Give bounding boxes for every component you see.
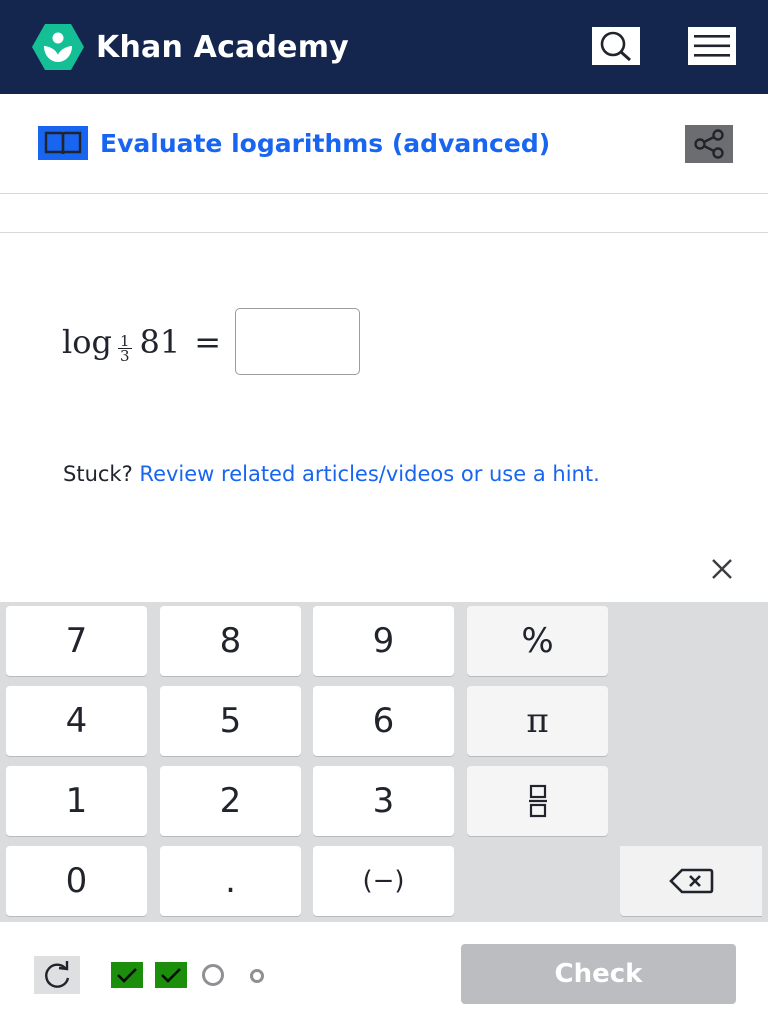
khan-logo-icon xyxy=(32,24,84,70)
backspace-icon xyxy=(669,868,714,894)
top-navigation-bar: Khan Academy xyxy=(0,0,768,94)
exercise-title-bar: Evaluate logarithms (advanced) xyxy=(0,94,768,194)
menu-button[interactable] xyxy=(688,27,736,65)
backspace-key[interactable] xyxy=(620,846,762,916)
progress-correct-1 xyxy=(111,962,143,988)
stuck-label: Stuck? xyxy=(63,462,133,486)
close-keypad-button[interactable] xyxy=(708,556,736,582)
answer-input[interactable] xyxy=(235,308,361,375)
log-argument: 81 xyxy=(139,322,181,361)
section-divider xyxy=(0,232,768,233)
key-5[interactable]: 5 xyxy=(160,686,301,756)
progress-current xyxy=(202,964,224,986)
checkmark-icon xyxy=(117,968,137,983)
key-decimal[interactable]: . xyxy=(160,846,301,916)
check-button[interactable]: Check xyxy=(461,944,736,1004)
progress-correct-2 xyxy=(155,962,187,988)
search-button[interactable] xyxy=(592,27,640,65)
key-1[interactable]: 1 xyxy=(6,766,147,836)
key-0[interactable]: 0 xyxy=(6,846,147,916)
key-2[interactable]: 2 xyxy=(160,766,301,836)
hamburger-menu-icon xyxy=(694,35,730,57)
key-percent[interactable]: % xyxy=(467,606,608,676)
log-base-fraction: 1 3 xyxy=(117,334,132,365)
key-6[interactable]: 6 xyxy=(313,686,454,756)
book-icon xyxy=(38,126,88,160)
key-pi[interactable]: π xyxy=(467,686,608,756)
base-denominator: 3 xyxy=(119,347,130,365)
close-icon xyxy=(712,559,732,579)
search-icon xyxy=(600,31,631,62)
restart-icon xyxy=(45,961,70,988)
exercise-title[interactable]: Evaluate logarithms (advanced) xyxy=(100,129,550,158)
key-fraction[interactable] xyxy=(467,766,608,836)
help-line: Stuck? Review related articles/videos or… xyxy=(63,462,600,486)
khan-academy-logo[interactable]: Khan Academy xyxy=(32,24,349,70)
key-8[interactable]: 8 xyxy=(160,606,301,676)
share-button[interactable] xyxy=(685,125,733,163)
problem-expression: log 1 3 81 = xyxy=(62,308,361,375)
key-4[interactable]: 4 xyxy=(6,686,147,756)
exercise-footer: Check xyxy=(0,922,768,1024)
fraction-icon xyxy=(528,784,547,818)
log-text: log xyxy=(62,322,112,361)
brand-name: Khan Academy xyxy=(96,29,349,65)
restart-button[interactable] xyxy=(34,956,80,994)
key-negative[interactable]: (−) xyxy=(313,846,454,916)
key-9[interactable]: 9 xyxy=(313,606,454,676)
key-3[interactable]: 3 xyxy=(313,766,454,836)
hint-link[interactable]: Review related articles/videos or use a … xyxy=(139,462,599,486)
math-keypad: 7 8 9 % 4 5 6 π 1 2 3 0 . (−) xyxy=(0,602,768,922)
equals-sign: = xyxy=(194,322,222,361)
share-icon xyxy=(694,129,724,159)
key-7[interactable]: 7 xyxy=(6,606,147,676)
empty-key-slot xyxy=(467,846,608,916)
checkmark-icon xyxy=(161,968,181,983)
progress-pending xyxy=(250,969,264,983)
